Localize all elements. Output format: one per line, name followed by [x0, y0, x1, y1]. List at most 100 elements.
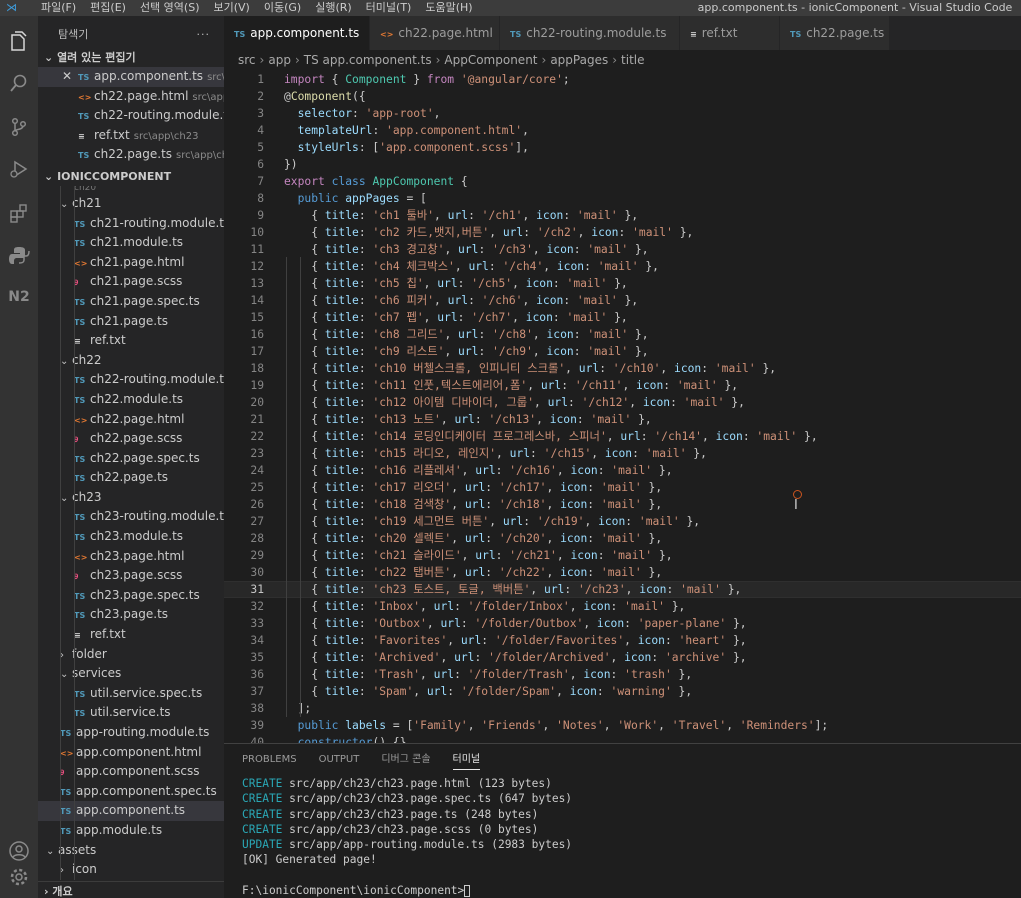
breadcrumb-separator-icon: › [541, 53, 547, 67]
tree-item[interactable]: TS ch22-routing.module.ts [38, 370, 224, 390]
source-control-icon[interactable] [6, 114, 32, 140]
tree-item[interactable]: TS ch21.page.spec.ts [38, 292, 224, 312]
tree-item[interactable]: TS app-routing.module.ts [38, 723, 224, 743]
code-line: 22 { title: 'ch14 로딩인디케이터 프로그레스바, 스피너', … [224, 428, 1021, 445]
menu-item[interactable]: 편집(E) [83, 0, 133, 16]
extensions-icon[interactable] [6, 200, 32, 226]
breadcrumb-item[interactable]: appPages [550, 53, 608, 67]
tree-item[interactable]: ≡ ref.txt [38, 625, 224, 645]
code-line: 38 ]; [224, 700, 1021, 717]
editor-tab[interactable]: TS app.component.ts [224, 16, 370, 50]
open-editors-header[interactable]: ⌄ 열려 있는 편집기 [38, 48, 224, 67]
tree-item[interactable]: ⌄ assets [38, 841, 224, 861]
outline-header[interactable]: › 개요 [38, 881, 224, 898]
tree-item[interactable]: ⌄ ch23 [38, 488, 224, 508]
breadcrumb-separator-icon: › [435, 53, 441, 67]
panel-tab[interactable]: 터미널 [452, 750, 481, 770]
breadcrumb-item[interactable]: title [621, 53, 644, 67]
menu-item[interactable]: 보기(V) [206, 0, 256, 16]
code-token: : [632, 447, 646, 460]
code-line: 31 { title: 'ch23 토스트, 토글, 백버튼', url: '/… [224, 581, 1021, 598]
menu-item[interactable]: 파일(F) [34, 0, 83, 16]
account-icon[interactable] [6, 838, 32, 864]
terminal-text: src/app/ch23/ch23.page.spec.ts (647 byte… [282, 792, 573, 806]
tree-item[interactable]: <> ch22.page.html [38, 410, 224, 430]
tree-item[interactable]: TS ch21.module.ts [38, 233, 224, 253]
tree-item[interactable]: TS ch23.page.spec.ts [38, 586, 224, 606]
run-debug-icon[interactable] [6, 156, 32, 182]
code-token: export [284, 175, 325, 188]
tree-item[interactable]: TS ch22.page.spec.ts [38, 449, 224, 469]
panel-tab[interactable]: OUTPUT [319, 750, 360, 770]
settings-gear-icon[interactable] [6, 864, 32, 890]
tree-item[interactable]: <> ch21.page.html [38, 253, 224, 273]
editor-tab[interactable]: TS ch22-routing.module.ts [500, 16, 680, 50]
tree-item[interactable]: ∂ ch22.page.scss [38, 429, 224, 449]
code-token: , [423, 277, 438, 290]
tree-item[interactable]: ∂ app.component.scss [38, 762, 224, 782]
tree-item[interactable]: TS ch22.page.ts [38, 468, 224, 488]
tree-item[interactable]: TS util.service.ts [38, 703, 224, 723]
tree-item[interactable]: TS ch23-routing.module.ts [38, 507, 224, 527]
tree-item[interactable]: › folder [38, 645, 224, 665]
code-text: { title: 'ch19 세그먼트 버튼', url: '/ch19', i… [284, 513, 700, 530]
close-icon[interactable]: ✕ [62, 67, 72, 87]
panel-tab[interactable]: PROBLEMS [242, 750, 297, 770]
code-token: }, [726, 617, 747, 630]
code-editor[interactable]: I 1 import { Component } from '@angular/c… [224, 70, 1021, 743]
tree-item[interactable]: ∂ ch21.page.scss [38, 272, 224, 292]
tree-item[interactable]: TS ch23.page.ts [38, 605, 224, 625]
terminal-output[interactable]: CREATE src/app/ch23/ch23.page.html (123 … [224, 776, 1021, 898]
tree-item[interactable]: TS util.service.spec.ts [38, 684, 224, 704]
menu-item[interactable]: 이동(G) [257, 0, 308, 16]
tree-item[interactable]: ∂ ch23.page.scss [38, 566, 224, 586]
code-text: { title: 'ch14 로딩인디케이터 프로그레스바, 스피너', url… [284, 428, 817, 445]
menu-item[interactable]: 선택 영역(S) [133, 0, 207, 16]
menu-item[interactable]: 터미널(T) [359, 0, 419, 16]
code-token: { [284, 260, 325, 273]
code-token: title [324, 481, 359, 494]
n2-icon[interactable]: N2 [6, 284, 32, 310]
tree-item[interactable]: TS ch23.module.ts [38, 527, 224, 547]
code-token: , [532, 345, 547, 358]
tree-item[interactable]: <> ch23.page.html [38, 547, 224, 567]
ts-file-icon: TS [234, 30, 246, 39]
code-token: '/ch4' [502, 260, 544, 273]
breadcrumb-item[interactable]: src [238, 53, 256, 67]
ts-file-icon: TS [74, 297, 86, 307]
open-editor-item[interactable]: <>ch22.page.htmlsrc\app\... [38, 87, 224, 107]
tree-item[interactable]: TS app.module.ts [38, 821, 224, 841]
breadcrumb-item[interactable]: app [268, 53, 291, 67]
tree-item[interactable]: TS app.component.spec.ts [38, 782, 224, 802]
open-editor-item[interactable]: ≡ ref.txt src\app\ch23 [38, 126, 224, 146]
search-icon[interactable] [6, 70, 32, 96]
open-editor-item[interactable]: TS ch22-routing.module.t... [38, 106, 224, 126]
tree-item[interactable]: ≡ ref.txt [38, 331, 224, 351]
tree-item[interactable]: ⌄ ch21 [38, 194, 224, 214]
files-icon[interactable] [6, 28, 32, 54]
breadcrumb-item[interactable]: TS app.component.ts [304, 53, 432, 67]
line-number: 29 [250, 549, 264, 562]
open-editor-item[interactable]: ✕ TS app.component.tssrc\a... [38, 67, 224, 87]
editor-tab[interactable]: <> ch22.page.html [370, 16, 500, 50]
code-token: 'mail' [576, 294, 618, 307]
project-header[interactable]: ⌄ IONICCOMPONENT [38, 167, 224, 186]
open-editor-item[interactable]: TS ch22.page.tssrc\app\ch... [38, 145, 224, 165]
python-icon[interactable] [6, 242, 32, 268]
tree-item[interactable]: ch20 [38, 186, 224, 194]
tree-item[interactable]: ⌄ services [38, 664, 224, 684]
tree-item[interactable]: TS ch22.module.ts [38, 390, 224, 410]
tree-item[interactable]: ⌄ ch22 [38, 351, 224, 371]
menu-item[interactable]: 실행(R) [308, 0, 358, 16]
code-line: 14 { title: 'ch6 피커', url: '/ch6', icon:… [224, 292, 1021, 309]
panel-tab[interactable]: 디버그 콘솔 [381, 750, 430, 770]
tree-item[interactable]: TS app.component.ts [38, 801, 224, 821]
tree-item[interactable]: <> app.component.html [38, 743, 224, 763]
editor-tab[interactable]: TS ch22.page.ts [780, 16, 890, 50]
tree-item[interactable]: TS ch21.page.ts [38, 312, 224, 332]
tree-item[interactable]: TS ch21-routing.module.ts [38, 214, 224, 234]
menu-item[interactable]: 도움말(H) [418, 0, 479, 16]
breadcrumb-item[interactable]: AppComponent [444, 53, 537, 67]
editor-tab[interactable]: ≡ ref.txt [680, 16, 780, 50]
tree-item[interactable]: › icon [38, 860, 224, 880]
